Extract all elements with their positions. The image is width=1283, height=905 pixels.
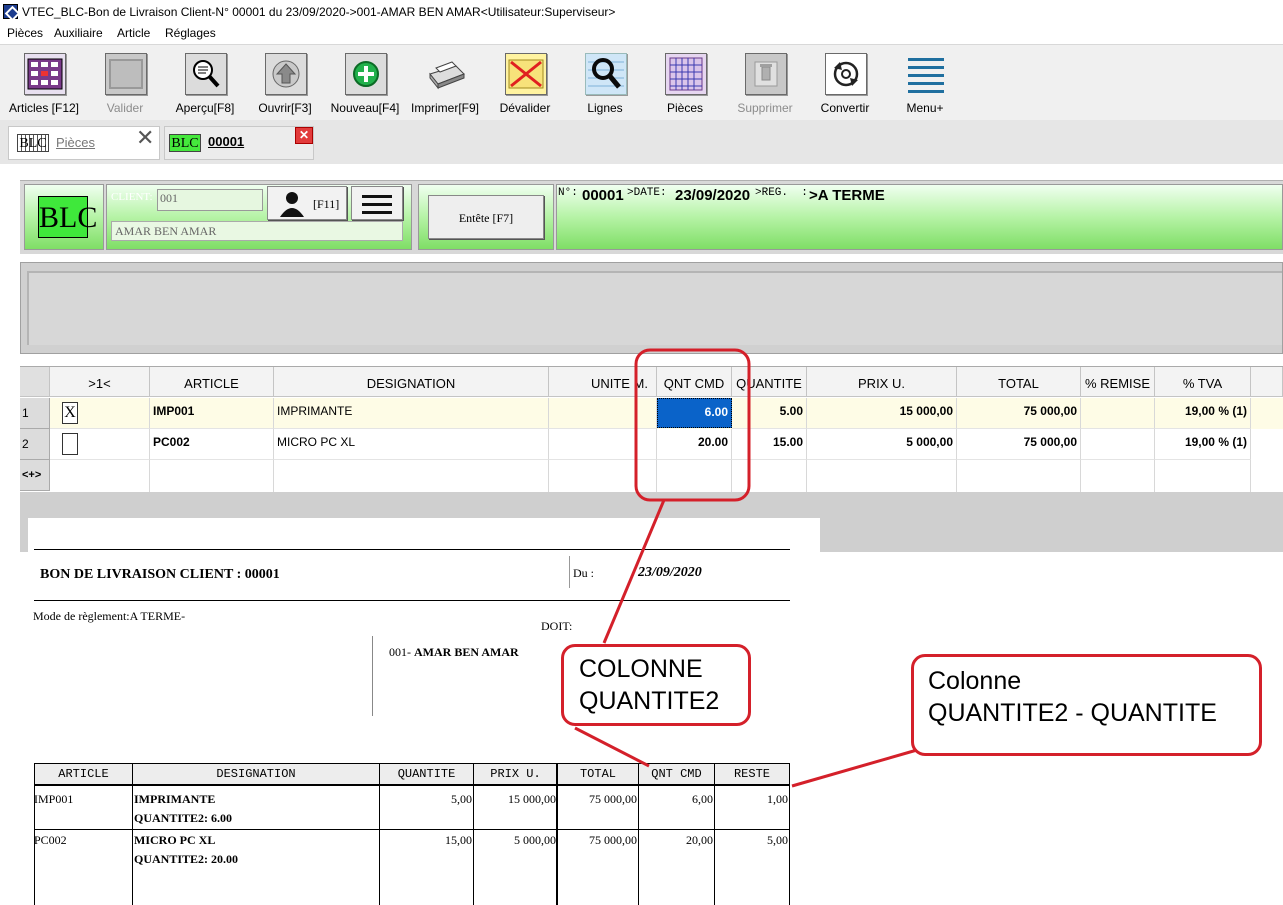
app-window: VTEC_BLC-Bon de Livraison Client-N° 0000…: [0, 0, 1283, 905]
connector-line: [574, 726, 650, 768]
connector-line: [602, 499, 666, 644]
callout-quantite2-line2: QUANTITE2: [579, 687, 720, 715]
annotation-overlay: [574, 348, 918, 788]
callout-reste-line1: Colonne: [928, 667, 1022, 695]
callout-quantite2: COLONNE QUANTITE2: [561, 644, 751, 726]
callout-reste-line2: QUANTITE2 - QUANTITE: [928, 699, 1217, 727]
callout-quantite2-line1: COLONNE: [579, 655, 703, 683]
connector-line: [791, 748, 918, 788]
highlight-qnt-cmd-column: [634, 348, 751, 502]
callout-reste: Colonne QUANTITE2 - QUANTITE: [911, 654, 1262, 756]
